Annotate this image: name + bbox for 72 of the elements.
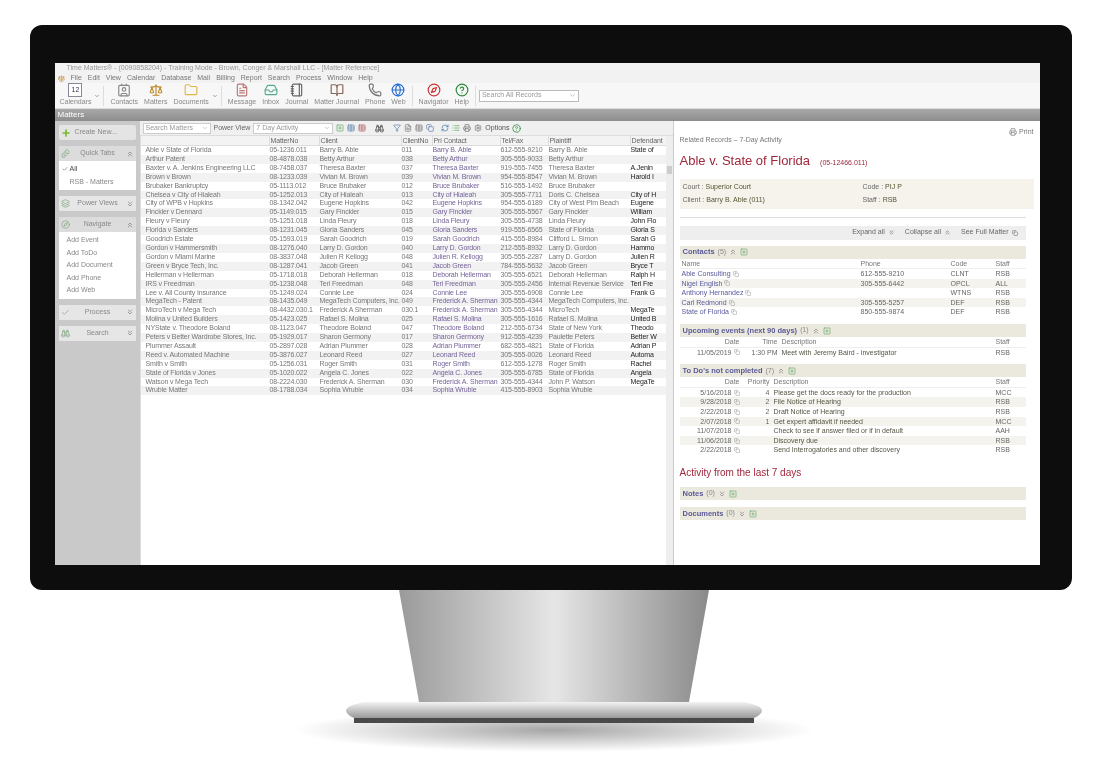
document-icon[interactable] [404,124,413,132]
document-icon[interactable] [733,437,740,444]
collapse-icon[interactable] [729,248,738,256]
grid-icon[interactable] [358,124,367,132]
dropdown-icon [201,125,208,131]
plus-icon [60,127,71,138]
grid-icon[interactable] [415,124,424,132]
check-icon [61,166,68,173]
collapse-icon [944,229,952,236]
add-icon[interactable] [748,509,757,518]
settings-icon[interactable] [474,124,483,132]
copy-icon[interactable] [426,124,435,132]
document-icon[interactable] [733,399,740,406]
phone-icon [368,83,383,98]
compass-icon [426,83,441,98]
document-icon[interactable] [732,270,739,277]
dropdown-icon[interactable] [94,92,101,99]
dropdown-icon [568,92,576,99]
document-icon[interactable] [733,389,740,396]
collapse-icon[interactable] [777,366,786,375]
scrollbar[interactable] [665,136,673,565]
help-icon [454,83,469,98]
document-icon[interactable] [733,418,740,425]
dropdown-icon [324,125,331,131]
document-icon[interactable] [733,428,740,434]
matter-title: Able v. State of Florida [679,152,811,170]
list-icon[interactable] [452,124,461,132]
filter-icon[interactable] [393,124,402,132]
expand-icon [887,229,895,236]
checklist-icon [60,307,70,317]
document-icon[interactable] [733,349,740,356]
collapse-icon[interactable] [125,220,134,229]
inbox-icon [263,83,278,98]
expand-icon[interactable] [737,509,746,518]
activity-heading: Activity from the last 7 days [679,466,803,480]
folder-icon [184,83,199,98]
scrollbar-thumb[interactable] [666,166,672,174]
book-icon [329,83,344,98]
document-icon[interactable] [730,309,737,316]
refresh-icon[interactable] [441,124,450,132]
journal-icon [289,83,304,98]
add-icon[interactable] [336,124,345,132]
document-icon[interactable] [745,290,752,297]
message-icon [235,83,249,98]
scales-icon [148,83,163,98]
collapse-icon[interactable] [125,149,134,158]
add-icon[interactable] [740,248,749,256]
document-icon [1011,229,1018,236]
add-icon[interactable] [788,366,797,375]
print-icon [1009,128,1018,137]
scales-icon [57,74,65,82]
expand-icon[interactable] [717,489,726,498]
document-icon[interactable] [724,280,731,287]
document-icon[interactable] [733,408,740,415]
expand-icon[interactable] [125,199,134,208]
binoculars-icon[interactable] [375,123,385,133]
dropdown-icon[interactable] [211,92,218,99]
document-icon[interactable] [728,299,735,306]
contact-card-icon [117,83,132,98]
add-icon[interactable] [728,489,737,498]
help-icon[interactable] [512,123,522,133]
add-icon[interactable] [822,326,831,335]
grid-icon[interactable] [347,124,356,132]
binoculars-icon [60,328,70,338]
module-header: Matters [54,109,1040,121]
expand-icon[interactable] [125,329,134,337]
expand-icon[interactable] [125,308,134,316]
compass-icon [60,220,70,229]
collapse-icon[interactable] [811,326,820,335]
print-icon[interactable] [463,124,472,132]
document-icon[interactable] [733,447,740,454]
globe-icon [391,83,406,98]
